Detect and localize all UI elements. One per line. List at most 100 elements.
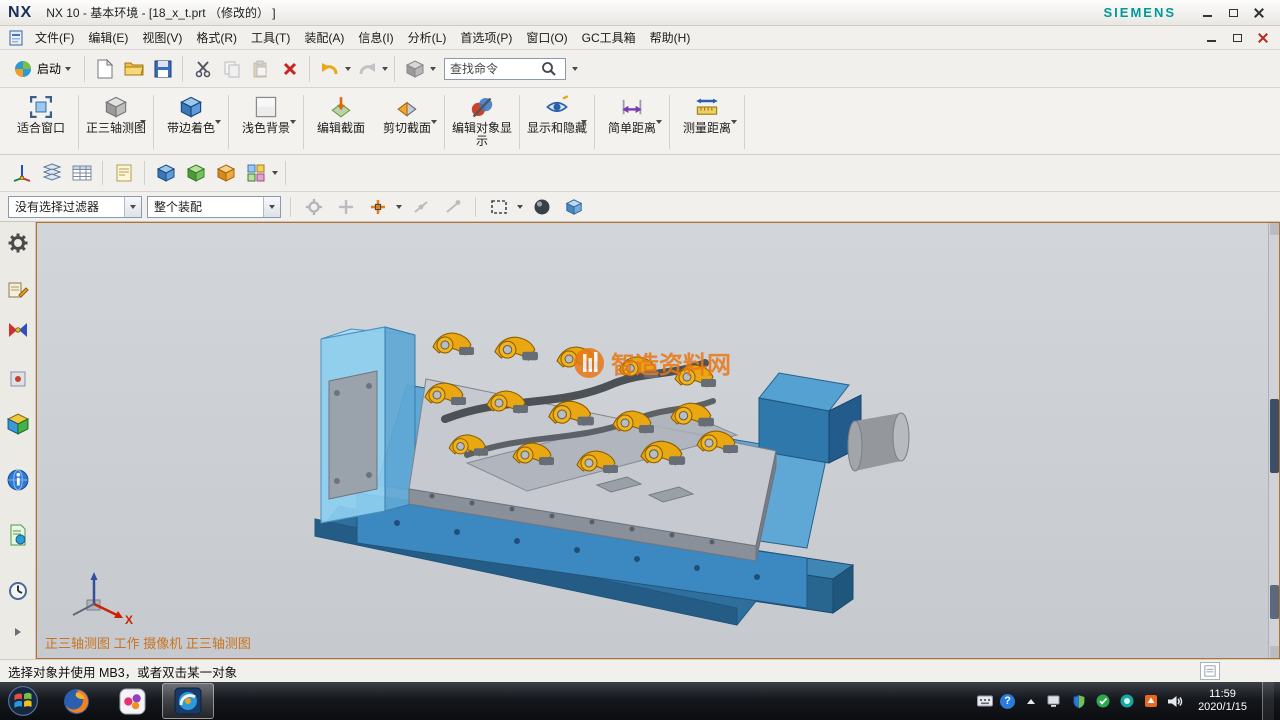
part-navigator-button[interactable] (5, 366, 31, 391)
snap-point-button[interactable] (364, 193, 391, 220)
start-menu-button[interactable] (6, 684, 40, 718)
graphics-window[interactable]: 智造资料网 X 正三轴测图 工作 摄像机 正三轴测图 (36, 222, 1280, 659)
status-clipboard-button[interactable] (1200, 662, 1220, 680)
close-button[interactable] (1246, 4, 1272, 21)
view-orient-caret-icon[interactable] (430, 67, 436, 71)
open-file-button[interactable] (120, 55, 147, 82)
menu-gc-toolbox[interactable]: GC工具箱 (575, 26, 643, 49)
ribbon-button-clip-section[interactable]: 剪切截面 (374, 90, 440, 152)
ribbon-button-simple-distance[interactable]: 简单距离 (599, 90, 665, 152)
constraint-navigator-button[interactable] (5, 317, 31, 342)
start-button[interactable]: 启动 (6, 56, 78, 82)
ribbon-button-isometric-view[interactable]: 正三轴测图 (83, 90, 149, 152)
undo-button[interactable] (316, 55, 343, 82)
command-finder[interactable] (444, 58, 566, 80)
ribbon-button-fit-window[interactable]: 适合窗口 (8, 90, 74, 152)
model-3d[interactable]: 智造资料网 X (37, 223, 1279, 658)
ribbon-button-edit-object-display[interactable]: 编辑对象显示 (449, 90, 515, 152)
display-mode-button[interactable] (242, 160, 269, 187)
viewport-scrollbar[interactable] (1268, 223, 1279, 658)
menu-window[interactable]: 窗口(O) (519, 26, 574, 49)
clip-section-caret-icon[interactable] (431, 120, 437, 124)
cloud-tray-icon[interactable] (1118, 693, 1135, 710)
ribbon-button-measure-distance[interactable]: 测量距离 (674, 90, 740, 152)
history-palette-button[interactable] (5, 523, 31, 548)
selection-scope-combo[interactable]: 整个装配 (147, 196, 281, 218)
copy-button[interactable] (218, 55, 245, 82)
layer-settings-button[interactable] (38, 160, 65, 187)
ribbon-button-edit-section[interactable]: 编辑截面 (308, 90, 374, 152)
delete-button[interactable] (276, 55, 303, 82)
menu-file[interactable]: 文件(F) (28, 26, 81, 49)
doc-minimize-button[interactable] (1198, 30, 1224, 46)
simple-distance-caret-icon[interactable] (656, 120, 662, 124)
background-caret-icon[interactable] (290, 120, 296, 124)
save-button[interactable] (149, 55, 176, 82)
marquee-caret-icon[interactable] (517, 205, 523, 209)
selection-filter-dropdown[interactable] (124, 197, 141, 217)
menu-edit[interactable]: 编辑(E) (81, 26, 135, 49)
reuse-library-button[interactable] (5, 412, 31, 437)
show-hide-caret-icon[interactable] (581, 120, 587, 124)
isometric-view-caret-icon[interactable] (140, 120, 146, 124)
scroll-down-arrow[interactable] (1270, 646, 1279, 658)
menu-help[interactable]: 帮助(H) (643, 26, 698, 49)
scroll-up-arrow[interactable] (1270, 223, 1279, 235)
taskbar-app-button[interactable] (106, 683, 158, 719)
add-component-button[interactable] (212, 160, 239, 187)
snap-point-caret-icon[interactable] (396, 205, 402, 209)
resource-bar-expand-button[interactable] (5, 620, 31, 645)
network-tray-icon[interactable] (1046, 693, 1063, 710)
security-shield-icon[interactable] (1070, 693, 1087, 710)
ribbon-button-light-background[interactable]: 浅色背景 (233, 90, 299, 152)
assembly-navigator-button[interactable] (5, 277, 31, 302)
help-tray-icon[interactable]: ? (1000, 694, 1015, 709)
roles-gear-button[interactable] (5, 230, 31, 255)
cut-button[interactable] (189, 55, 216, 82)
taskbar-firefox-button[interactable] (50, 683, 102, 719)
ribbon-button-shaded-with-edges[interactable]: 带边着色 (158, 90, 224, 152)
snap-end-button[interactable] (439, 193, 466, 220)
minimize-button[interactable] (1194, 4, 1220, 21)
redo-caret-icon[interactable] (382, 67, 388, 71)
antivirus-tray-icon[interactable] (1094, 693, 1111, 710)
display-mode-caret-icon[interactable] (272, 171, 278, 175)
move-component-button[interactable] (182, 160, 209, 187)
menu-assemblies[interactable]: 装配(A) (297, 26, 351, 49)
taskbar-clock[interactable]: 11:59 2020/1/15 (1190, 688, 1255, 714)
menu-analysis[interactable]: 分析(L) (401, 26, 454, 49)
menu-information[interactable]: 信息(I) (351, 26, 400, 49)
scrollbar-thumb-2[interactable] (1270, 585, 1279, 619)
view-in-layer-button[interactable] (68, 160, 95, 187)
snap-mid-button[interactable] (407, 193, 434, 220)
menu-tools[interactable]: 工具(T) (244, 26, 297, 49)
hidden-icons-button[interactable] (1022, 693, 1039, 710)
menu-format[interactable]: 格式(R) (189, 26, 244, 49)
shaded-caret-icon[interactable] (215, 120, 221, 124)
command-search-input[interactable] (445, 62, 541, 76)
new-file-button[interactable] (91, 55, 118, 82)
measure-distance-caret-icon[interactable] (731, 120, 737, 124)
doc-restore-button[interactable] (1224, 30, 1250, 46)
web-browser-button[interactable] (5, 467, 31, 492)
system-materials-button[interactable] (5, 578, 31, 603)
render-sphere-button[interactable] (528, 193, 555, 220)
snap-point-gray-button[interactable] (332, 193, 359, 220)
taskbar-nx-button[interactable] (162, 683, 214, 719)
show-desktop-button[interactable] (1262, 682, 1274, 720)
search-history-caret-icon[interactable] (572, 67, 578, 71)
ime-keyboard-icon[interactable] (976, 693, 993, 710)
ribbon-button-show-hide[interactable]: 显示和隐藏 (524, 90, 590, 152)
selection-scope-dropdown[interactable] (263, 197, 280, 217)
datum-csys-button[interactable] (8, 160, 35, 187)
update-tray-icon[interactable] (1142, 693, 1159, 710)
redo-button[interactable] (353, 55, 380, 82)
marquee-select-button[interactable] (485, 193, 512, 220)
annotation-note-button[interactable] (110, 160, 137, 187)
scrollbar-thumb[interactable] (1270, 399, 1279, 473)
assembly-constraints-button[interactable] (152, 160, 179, 187)
menu-preferences[interactable]: 首选项(P) (453, 26, 519, 49)
menu-view[interactable]: 视图(V) (135, 26, 189, 49)
undo-caret-icon[interactable] (345, 67, 351, 71)
doc-close-button[interactable] (1250, 30, 1276, 46)
